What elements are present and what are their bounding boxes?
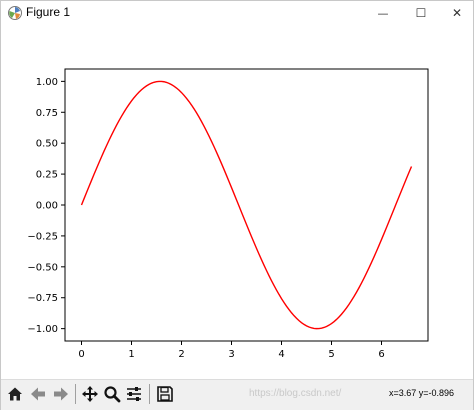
forward-arrow-icon (54, 387, 68, 401)
toolbar-separator (75, 384, 76, 404)
pan-icon (82, 386, 98, 402)
x-tick-label: 3 (228, 349, 234, 360)
y-tick-label: 0.00 (36, 201, 58, 212)
back-button[interactable] (27, 383, 49, 405)
maximize-button[interactable]: ☐ (403, 1, 439, 25)
back-arrow-icon (31, 387, 45, 401)
x-tick-label: 6 (378, 349, 384, 360)
zoom-button[interactable] (101, 383, 123, 405)
title-bar[interactable]: Figure 1 — ☐ ✕ (1, 1, 473, 25)
watermark-text: https://blog.csdn.net/ (249, 388, 342, 399)
window-title: Figure 1 (26, 5, 71, 19)
save-icon (157, 386, 173, 402)
y-tick-label: 0.50 (36, 139, 58, 150)
save-button[interactable] (154, 383, 176, 405)
y-tick-label: −0.75 (27, 293, 58, 304)
line-chart: −1.00 −0.75 −0.50 −0.25 0.00 0.25 0.50 0.75 1.00… (27, 68, 429, 360)
navigation-toolbar: https://blog.csdn.net/ x=3.67 y=-0.896 (1, 379, 473, 410)
maximize-icon: ☐ (415, 6, 427, 20)
zoom-icon (104, 386, 121, 403)
y-tick-label: −0.25 (27, 231, 58, 242)
cursor-coordinates: x=3.67 y=-0.896 (389, 388, 455, 398)
matplotlib-icon (7, 5, 23, 21)
y-tick-label: 1.00 (36, 77, 58, 88)
series-line-sin (80, 80, 413, 330)
y-tick-label: −1.00 (27, 324, 58, 335)
y-tick-label: 0.75 (36, 108, 58, 119)
minimize-button[interactable]: — (365, 1, 401, 25)
axes-frame (64, 68, 429, 342)
home-button[interactable] (4, 383, 26, 405)
close-button[interactable]: ✕ (439, 1, 474, 25)
configure-subplots-icon (127, 387, 141, 401)
x-tick-label: 2 (178, 349, 184, 360)
figure-canvas[interactable]: −1.00 −0.75 −0.50 −0.25 0.00 0.25 0.50 0.75 1.00… (1, 25, 473, 379)
minimize-icon: — (377, 6, 389, 20)
x-tick-label: 0 (78, 349, 84, 360)
configure-subplots-button[interactable] (123, 383, 145, 405)
figure-window: Figure 1 — ☐ ✕ −1.00 −0.75 −0.50 −0.25 0.00 0… (0, 0, 474, 410)
x-tick-label: 4 (278, 349, 284, 360)
close-icon: ✕ (451, 6, 463, 20)
x-tick-label: 1 (128, 349, 134, 360)
x-tick-label: 5 (328, 349, 334, 360)
toolbar-separator (149, 384, 150, 404)
home-icon (8, 387, 22, 401)
pan-button[interactable] (79, 383, 101, 405)
forward-button[interactable] (50, 383, 72, 405)
y-tick-label: 0.25 (36, 170, 58, 181)
y-tick-label: −0.50 (27, 262, 58, 273)
